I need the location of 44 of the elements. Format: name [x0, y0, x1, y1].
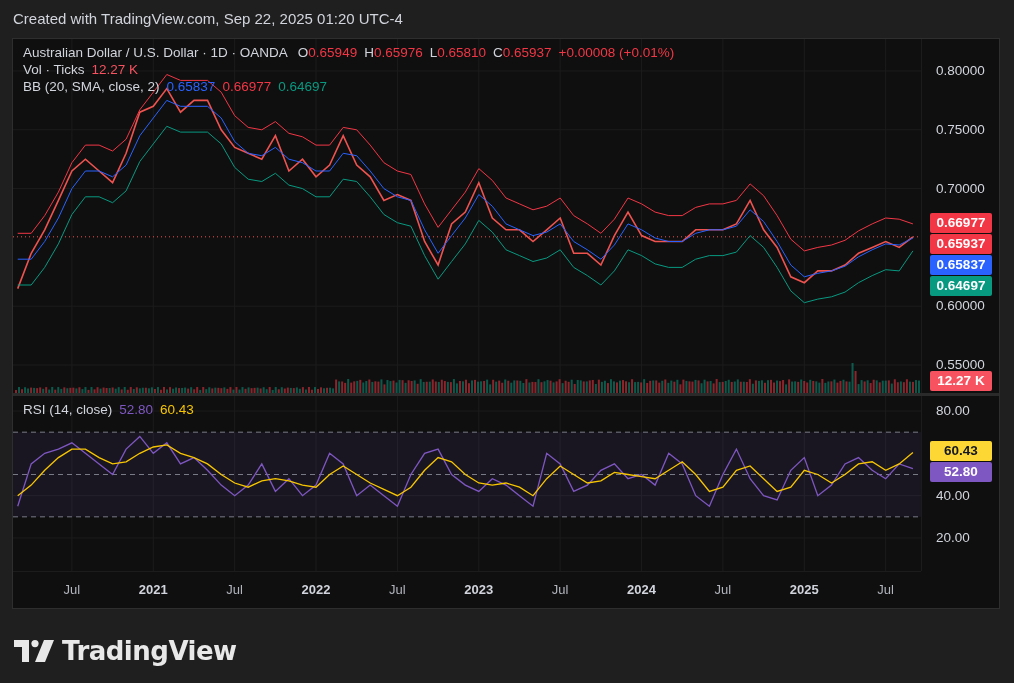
price-tick: 0.60000 — [936, 298, 985, 314]
rsi-tick: 80.00 — [936, 403, 970, 418]
price-label: 0.66977 — [930, 213, 992, 234]
rsi-label: 52.80 — [930, 462, 992, 483]
price-label: 0.64697 — [930, 276, 992, 297]
price-tick: 0.80000 — [936, 63, 985, 78]
price-label: 0.65837 — [930, 255, 992, 276]
rsi-title: RSI (14, close) — [23, 402, 113, 417]
time-tick: 2024 — [627, 582, 656, 597]
ohlc-value: H0.65976 — [364, 45, 423, 60]
bollinger-title: BB (20, SMA, close, 2) — [23, 79, 160, 94]
bollinger-value: 0.66977 — [222, 79, 272, 94]
price-tick: 0.70000 — [936, 180, 985, 196]
time-tick: Jul — [226, 582, 243, 597]
time-tick: Jul — [63, 582, 81, 597]
volume-title: Vol · Ticks — [23, 62, 85, 77]
time-tick: Jul — [877, 582, 894, 597]
price-tick: 0.55000 — [936, 357, 985, 372]
logo-icon — [14, 640, 54, 662]
time-tick: 2025 — [789, 582, 819, 597]
time-tick: 2022 — [301, 582, 331, 597]
bollinger-value: 0.65837 — [166, 79, 216, 94]
time-tick: 2021 — [138, 582, 168, 597]
time-tick: Jul — [551, 582, 569, 597]
price-label: 0.65937 — [930, 234, 992, 255]
price-change: +0.00008 (+0.01%) — [558, 45, 675, 60]
rsi-tick: 20.00 — [936, 530, 970, 545]
brand-name: TradingView — [62, 636, 237, 666]
ohlc-value: L0.65810 — [429, 45, 487, 60]
time-tick: Jul — [714, 582, 732, 597]
volume-value: 12.27 K — [91, 62, 139, 77]
rsi-value: 60.43 — [160, 402, 194, 417]
rsi-tick: 40.00 — [936, 487, 970, 503]
rsi-value: 52.80 — [119, 402, 154, 417]
ohlc-value: O0.65949 — [297, 45, 358, 60]
price-label: 12.27 K — [930, 371, 992, 391]
chart-caption: Created with TradingView.com, Sep 22, 2025 01:20 UTC-4 — [12, 9, 404, 29]
price-tick: 0.75000 — [936, 121, 985, 137]
time-tick: Jul — [389, 582, 406, 597]
bollinger-value: 0.64697 — [278, 79, 327, 94]
rsi-label: 60.43 — [930, 441, 992, 462]
ohlc-value: C0.65937 — [493, 45, 552, 60]
time-tick: 2023 — [464, 582, 494, 597]
symbol-title: Australian Dollar / U.S. Dollar · 1D · OANDA — [23, 45, 288, 60]
